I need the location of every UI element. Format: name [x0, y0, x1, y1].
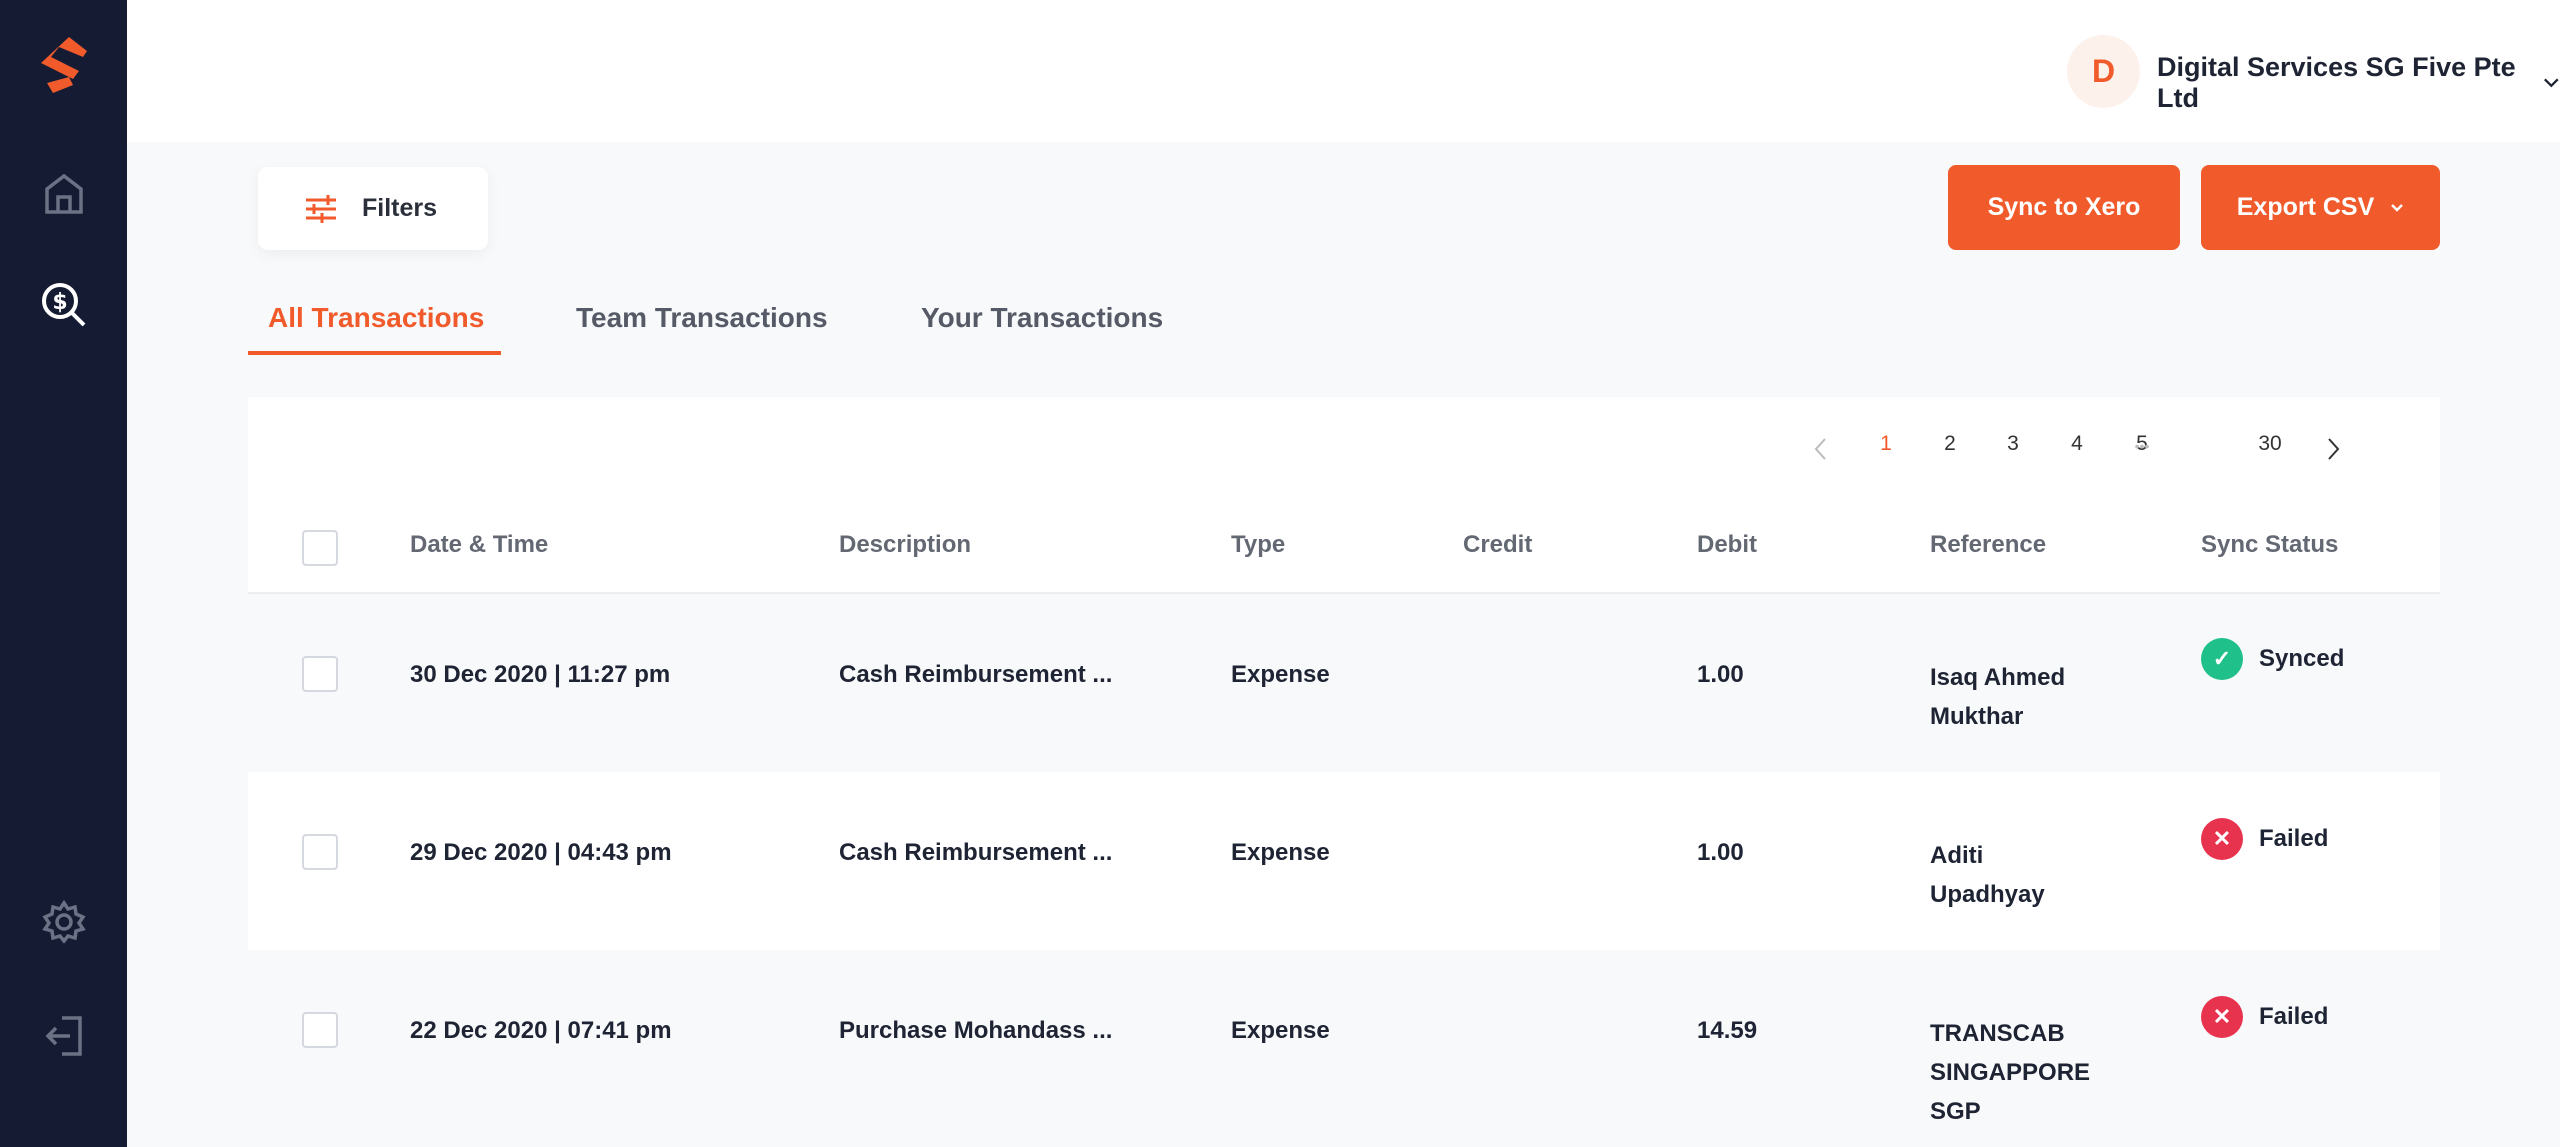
- page-30[interactable]: 30: [2255, 432, 2285, 456]
- top-bar: D Digital Services SG Five Pte Ltd: [127, 0, 2560, 142]
- debit-cell: 1.00: [1697, 661, 1744, 688]
- chevron-down-icon: [2391, 204, 2404, 212]
- filters-label: Filters: [362, 194, 438, 222]
- date-cell: 22 Dec 2020 | 07:41 pm: [410, 1017, 672, 1044]
- page-1[interactable]: 1: [1871, 432, 1901, 456]
- home-icon[interactable]: [36, 166, 92, 222]
- pagination-ellipsis[interactable]: •••: [2122, 438, 2162, 454]
- row-checkbox[interactable]: [302, 656, 338, 692]
- tab-team-transactions[interactable]: Team Transactions: [576, 302, 828, 334]
- filters-button[interactable]: Filters: [258, 167, 488, 250]
- check-icon: ✓: [2201, 638, 2243, 680]
- col-date-time: Date & Time: [410, 531, 549, 558]
- export-label: Export CSV: [2236, 193, 2375, 221]
- reference-cell: TRANSCAB SINGAPPORE SGP: [1930, 1014, 2090, 1131]
- sync-status: ✕ Failed: [2201, 818, 2328, 860]
- table-row[interactable]: 22 Dec 2020 | 07:41 pm Purchase Mohandas…: [248, 950, 2440, 1147]
- chevron-down-icon: [2544, 78, 2559, 88]
- debit-cell: 14.59: [1697, 1017, 1758, 1044]
- reference-line: TRANSCAB: [1930, 1020, 2065, 1047]
- table-row[interactable]: 29 Dec 2020 | 04:43 pm Cash Reimbursemen…: [248, 772, 2440, 950]
- reference-line: Aditi: [1930, 842, 1984, 869]
- reference-line: SINGAPPORE: [1930, 1059, 2091, 1086]
- reference-line: SGP: [1930, 1098, 1981, 1125]
- debit-cell: 1.00: [1697, 839, 1744, 866]
- company-name: Digital Services SG Five Pte Ltd: [2157, 52, 2516, 113]
- page-3[interactable]: 3: [1998, 432, 2028, 456]
- svg-text:$: $: [52, 290, 67, 315]
- col-description: Description: [839, 531, 972, 558]
- reference-cell: Aditi Upadhyay: [1930, 836, 2045, 914]
- type-cell: Expense: [1231, 1017, 1330, 1044]
- col-debit: Debit: [1697, 531, 1757, 558]
- description-cell: Cash Reimbursement ...: [839, 839, 1113, 866]
- table-row[interactable]: 30 Dec 2020 | 11:27 pm Cash Reimbursemen…: [248, 594, 2440, 772]
- select-all-checkbox[interactable]: [302, 530, 338, 566]
- company-avatar[interactable]: D: [2067, 35, 2140, 108]
- type-cell: Expense: [1231, 839, 1330, 866]
- status-label: Failed: [2259, 1003, 2329, 1030]
- reference-line: Upadhyay: [1930, 881, 2045, 908]
- reference-line: Mukthar: [1930, 703, 2024, 730]
- error-x-icon: ✕: [2201, 996, 2243, 1038]
- col-type: Type: [1231, 531, 1286, 558]
- tab-your-transactions[interactable]: Your Transactions: [921, 302, 1163, 334]
- status-label: Synced: [2259, 645, 2345, 672]
- col-sync-status: Sync Status: [2201, 531, 2339, 558]
- tab-all-transactions[interactable]: All Transactions: [268, 302, 484, 334]
- reference-line: Isaq Ahmed: [1930, 664, 2066, 691]
- next-page-icon[interactable]: [2318, 436, 2348, 462]
- sync-label: Sync to Xero: [1987, 193, 2141, 221]
- logout-icon[interactable]: [36, 1008, 92, 1064]
- description-cell: Cash Reimbursement ...: [839, 661, 1113, 688]
- page-4[interactable]: 4: [2062, 432, 2092, 456]
- col-reference: Reference: [1930, 531, 2047, 558]
- filter-sliders-icon: [306, 194, 336, 223]
- sync-status: ✕ Failed: [2201, 996, 2328, 1038]
- error-x-icon: ✕: [2201, 818, 2243, 860]
- col-credit: Credit: [1463, 531, 1533, 558]
- description-cell: Purchase Mohandass ...: [839, 1017, 1113, 1044]
- logo-icon[interactable]: [36, 37, 92, 94]
- status-label: Failed: [2259, 825, 2329, 852]
- settings-gear-icon[interactable]: [36, 894, 92, 950]
- transactions-search-icon[interactable]: $: [36, 277, 92, 333]
- sync-status: ✓ Synced: [2201, 638, 2344, 680]
- type-cell: Expense: [1231, 661, 1330, 688]
- sync-to-xero-button[interactable]: Sync to Xero: [1948, 165, 2180, 250]
- sidebar: $: [0, 0, 127, 1147]
- row-checkbox[interactable]: [302, 834, 338, 870]
- row-checkbox[interactable]: [302, 1012, 338, 1048]
- date-cell: 29 Dec 2020 | 04:43 pm: [410, 839, 672, 866]
- reference-cell: Isaq Ahmed Mukthar: [1930, 658, 2065, 736]
- active-tab-indicator: [248, 351, 501, 355]
- export-csv-button[interactable]: Export CSV: [2201, 165, 2440, 250]
- prev-page-icon[interactable]: [1806, 436, 1836, 462]
- page-2[interactable]: 2: [1935, 432, 1965, 456]
- company-switcher[interactable]: Digital Services SG Five Pte Ltd: [2157, 52, 2560, 114]
- date-cell: 30 Dec 2020 | 11:27 pm: [410, 661, 671, 688]
